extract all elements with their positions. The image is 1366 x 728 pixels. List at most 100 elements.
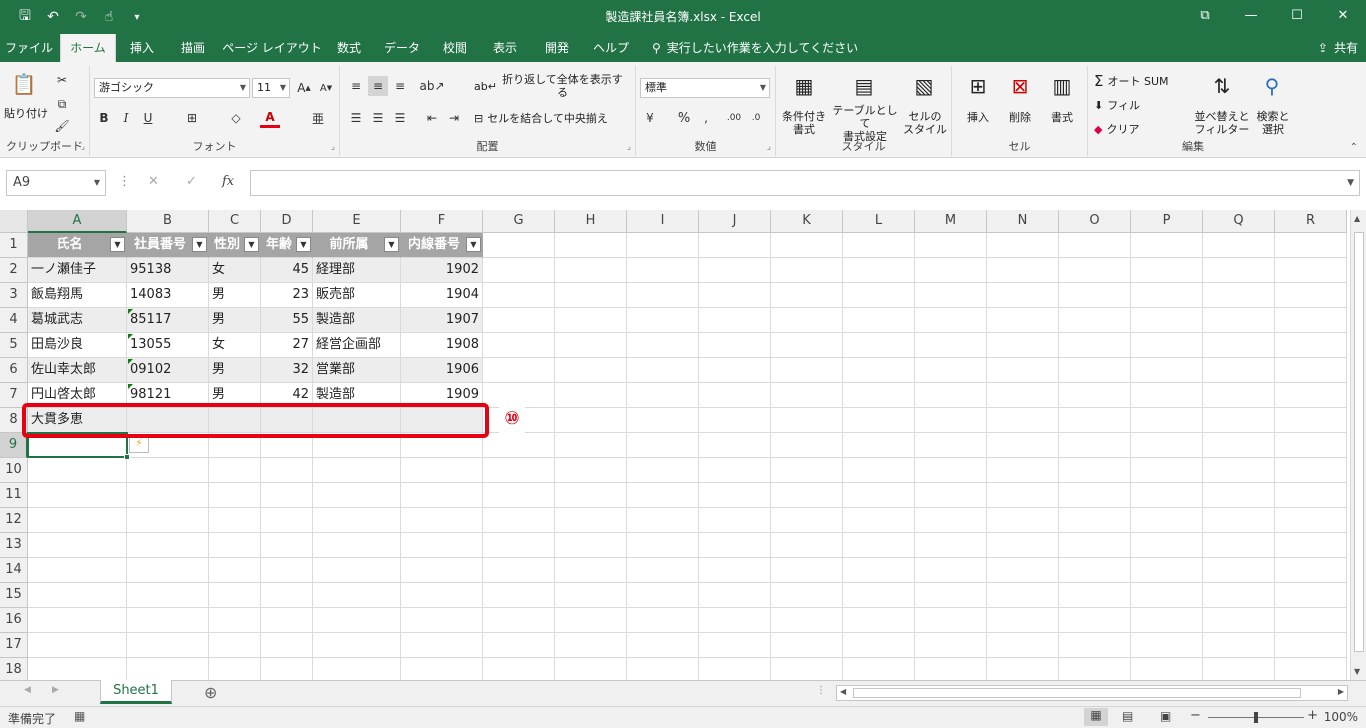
grid-cell[interactable]	[209, 533, 261, 558]
confirm-entry-button[interactable]: ✓	[186, 174, 197, 189]
grid-cell[interactable]	[915, 358, 987, 383]
underline-button[interactable]: U	[138, 108, 158, 128]
scroll-up-icon[interactable]: ▲	[1354, 214, 1360, 223]
minimize-button[interactable]: —	[1228, 0, 1274, 30]
grid-cell[interactable]	[987, 333, 1059, 358]
row-header-10[interactable]: 10	[0, 458, 28, 483]
align-middle-icon[interactable]: ≡	[368, 76, 388, 96]
grid-cell[interactable]	[401, 458, 483, 483]
row-header-12[interactable]: 12	[0, 508, 28, 533]
column-header-i[interactable]: I	[627, 210, 699, 233]
grid-cell[interactable]	[1275, 233, 1347, 258]
grid-cell[interactable]	[209, 658, 261, 680]
table-row-cell[interactable]: 1907	[401, 308, 483, 333]
grid-cell[interactable]	[401, 633, 483, 658]
grid-cell[interactable]	[401, 508, 483, 533]
grid-cell[interactable]	[28, 583, 127, 608]
table-row-cell[interactable]: 男	[209, 308, 261, 333]
grid-cell[interactable]	[1203, 383, 1275, 408]
grid-cell[interactable]	[483, 508, 555, 533]
format-as-table-button[interactable]: テーブルとして 書式設定	[830, 104, 900, 143]
table-row-cell[interactable]: 製造部	[313, 308, 401, 333]
grid-cell[interactable]	[1275, 383, 1347, 408]
increase-decimal-icon[interactable]: .00	[724, 108, 744, 128]
grid-cell[interactable]	[261, 658, 313, 680]
align-right-icon[interactable]: ☰	[390, 108, 410, 128]
grid-cell[interactable]	[843, 608, 915, 633]
grid-cell[interactable]	[1203, 533, 1275, 558]
tab-view[interactable]: 表示	[482, 34, 528, 62]
table-row-cell[interactable]: 営業部	[313, 358, 401, 383]
grid-cell[interactable]	[771, 508, 843, 533]
merge-center-button[interactable]: ⊟ セルを結合して中央揃え	[474, 108, 632, 128]
orientation-icon[interactable]: ab↗	[419, 76, 444, 96]
grid-cell[interactable]	[483, 333, 555, 358]
grid-cell[interactable]	[699, 258, 771, 283]
column-header-m[interactable]: M	[915, 210, 987, 233]
add-sheet-button[interactable]: ⊕	[204, 683, 217, 702]
grid-cell[interactable]	[127, 558, 209, 583]
grid-cell[interactable]	[1275, 408, 1347, 433]
grid-cell[interactable]	[915, 258, 987, 283]
grid-cell[interactable]	[915, 583, 987, 608]
conditional-formatting-button[interactable]: 条件付き 書式	[776, 108, 832, 138]
grid-cell[interactable]	[771, 258, 843, 283]
grid-cell[interactable]	[1131, 458, 1203, 483]
zoom-out-button[interactable]: −	[1190, 708, 1201, 723]
column-header-n[interactable]: N	[987, 210, 1059, 233]
tab-formulas[interactable]: 数式	[328, 34, 370, 62]
grid-cell[interactable]	[1275, 358, 1347, 383]
grid-cell[interactable]	[1059, 433, 1131, 458]
grid-cell[interactable]	[1059, 633, 1131, 658]
column-header-b[interactable]: B	[127, 210, 209, 233]
grid-cell[interactable]	[1275, 533, 1347, 558]
grid-cell[interactable]	[1131, 558, 1203, 583]
font-size-combo[interactable]: 11 ▼	[252, 78, 290, 98]
grid-cell[interactable]	[1275, 458, 1347, 483]
grid-cell[interactable]	[1059, 258, 1131, 283]
grid-cell[interactable]	[1131, 283, 1203, 308]
comma-style-icon[interactable]: ,	[696, 108, 716, 128]
fill-handle[interactable]	[124, 454, 130, 460]
grid-cell[interactable]	[1059, 283, 1131, 308]
grid-cell[interactable]	[1203, 583, 1275, 608]
maximize-button[interactable]: ☐	[1274, 0, 1320, 30]
grid-cell[interactable]	[209, 633, 261, 658]
grid-cell[interactable]	[627, 333, 699, 358]
grid-cell[interactable]	[483, 308, 555, 333]
grid-cell[interactable]	[209, 508, 261, 533]
scroll-left-icon[interactable]: ◀	[840, 687, 846, 696]
increase-indent-icon[interactable]: ⇥	[444, 108, 464, 128]
grid-cell[interactable]	[1203, 408, 1275, 433]
grid-cell[interactable]	[987, 483, 1059, 508]
align-left-icon[interactable]: ☰	[346, 108, 366, 128]
grid-cell[interactable]	[209, 558, 261, 583]
grid-cell[interactable]	[1131, 308, 1203, 333]
expand-formula-bar-icon[interactable]: ▼	[1347, 178, 1354, 188]
grid-cell[interactable]	[771, 583, 843, 608]
table-row-cell[interactable]: 一ノ瀬佳子	[28, 258, 127, 283]
grid-cell[interactable]	[401, 608, 483, 633]
row-header-1[interactable]: 1	[0, 233, 28, 258]
grid-cell[interactable]	[1131, 483, 1203, 508]
fill-button[interactable]: ⬇ フィル	[1094, 96, 1174, 114]
grid-cell[interactable]	[1203, 233, 1275, 258]
table-row-cell[interactable]: 田島沙良	[28, 333, 127, 358]
grid-cell[interactable]	[987, 508, 1059, 533]
collapse-ribbon-icon[interactable]: ⌃	[1350, 142, 1358, 153]
grid-cell[interactable]	[313, 508, 401, 533]
grid-cell[interactable]	[771, 283, 843, 308]
grid-cell[interactable]	[1131, 258, 1203, 283]
grid-cell[interactable]	[1059, 558, 1131, 583]
copy-icon[interactable]: ⧉	[52, 94, 72, 114]
table-row-cell[interactable]: 葛城武志	[28, 308, 127, 333]
sheet-tab-sheet1[interactable]: Sheet1	[100, 680, 172, 704]
grid-cell[interactable]	[771, 233, 843, 258]
grid-cell[interactable]	[843, 258, 915, 283]
grid-cell[interactable]	[1275, 608, 1347, 633]
grid-cell[interactable]	[915, 283, 987, 308]
grid-cell[interactable]	[843, 433, 915, 458]
fill-color-icon[interactable]: ◇	[226, 108, 246, 128]
filter-dropdown-icon[interactable]: ▼	[192, 237, 207, 252]
row-header-14[interactable]: 14	[0, 558, 28, 583]
